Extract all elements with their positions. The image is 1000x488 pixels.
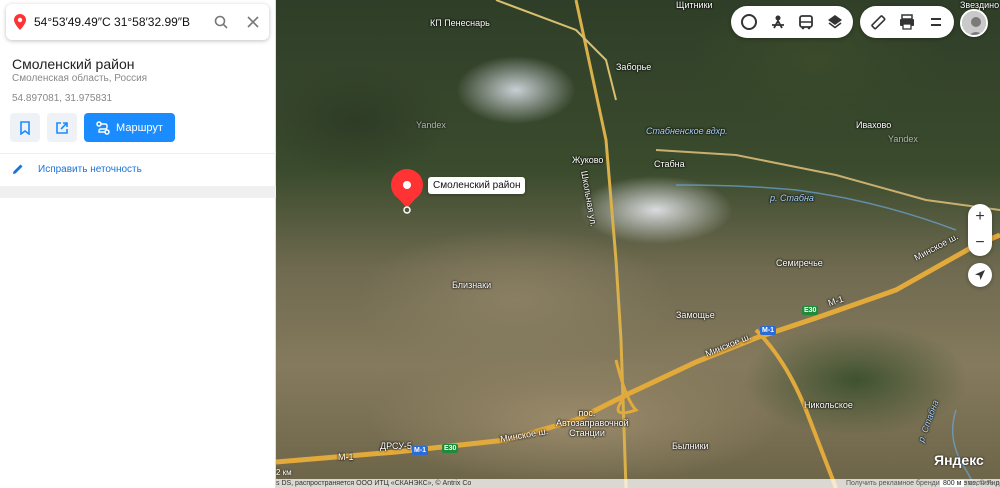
label-bliznaki: Близнаки [452,280,492,290]
map-canvas[interactable]: КП Пенеснарь Щитники Заборье Жуково Стаб… [276,0,1000,488]
copyright-text: s DS, распространяется ООО ИТЦ «СКАНЭКС»… [276,480,472,487]
label-m1-a: М-1 [338,452,354,462]
label-zvezdino: Звездино [960,0,1000,10]
avatar[interactable] [960,9,988,37]
panorama-icon [741,14,758,30]
watermark-yandex-1: Yandex [416,120,446,130]
share-button[interactable] [47,113,77,142]
search-input[interactable] [34,15,205,29]
shield-e30-2: E30 [442,444,459,453]
watermark-yandex-2: Yandex [888,134,918,144]
label-kp-penesnar: КП Пенеснарь [430,18,490,28]
divider [0,153,276,154]
route-button-label: Маршрут [116,121,163,134]
label-ivakhovo: Ивахово [856,120,892,130]
layers-icon [827,15,842,29]
close-icon [247,16,259,28]
search-box [6,4,269,40]
road-east [655,149,1000,211]
label-nikolskoe: Никольское [804,400,853,410]
search-icon [214,15,228,29]
panorama-button[interactable] [737,9,762,35]
menu-button[interactable] [923,9,948,35]
tools-controls [860,6,954,38]
road-m1 [276,232,1000,465]
search-button[interactable] [205,4,237,40]
shield-m1-2: M-1 [412,446,429,455]
shield-m1-1: M-1 [760,326,777,335]
label-stabna: Стабна [654,159,685,169]
layers-button[interactable] [823,9,848,35]
bookmark-icon [20,120,30,135]
label-semireche: Семиречье [776,258,823,268]
label-r-stabna: р. Стабна [770,193,814,203]
printer-icon [900,14,914,30]
route-button[interactable]: Маршрут [84,113,175,142]
print-button[interactable] [895,9,920,35]
yandex-logo[interactable]: Яндекс [934,452,984,468]
label-zamoshchye: Замощье [676,310,715,320]
pencil-icon [13,164,23,174]
shield-e30-1: E30 [802,306,819,315]
menu-icon [930,18,941,26]
copyright-bar: s DS, распространяется ООО ИТЦ «СКАНЭКС»… [276,479,1000,488]
traffic-button[interactable] [766,9,791,35]
geolocation-button[interactable] [968,263,992,287]
scale-bar: 800 м [940,480,965,487]
transport-button[interactable] [794,9,819,35]
river-stabna [675,184,957,231]
place-subtitle: Смоленская область, Россия [12,73,148,84]
map-pin-icon [14,14,26,30]
label-zaborye: Заборье [616,62,652,72]
panel-separator [0,186,276,198]
ruler-button[interactable] [866,9,891,35]
traffic-icon [771,15,784,29]
share-icon [56,121,68,134]
label-bylniki: Былники [672,441,709,451]
road-layer [276,0,1000,488]
search-pin [6,14,34,30]
zoom-in-button[interactable]: + [968,204,992,230]
bookmark-button[interactable] [10,113,40,142]
clear-search-button[interactable] [237,4,269,40]
fix-inaccuracy-link[interactable]: Исправить неточность [12,163,142,175]
layers-controls [731,6,853,38]
marker-label[interactable]: Смоленский район [428,177,526,194]
side-panel: Смоленский район Смоленская область, Рос… [0,0,276,488]
label-drsu: ДРСУ-5 [380,441,412,451]
road-north [495,0,617,101]
ruler-icon [871,15,886,30]
zoom-out-button[interactable]: − [968,230,992,256]
fix-inaccuracy-label: Исправить неточность [38,163,142,175]
road-interchange-west [614,359,639,415]
river-stabna-south [951,409,977,488]
place-coordinates[interactable]: 54.897081, 31.975831 [12,93,112,104]
label-shchitniki: Щитники [676,0,713,10]
location-marker-icon[interactable] [391,169,423,214]
label-azs: пос. Автозаправочной Станции [556,408,629,438]
bus-icon [799,15,814,30]
zoom-control: + − [968,204,992,256]
label-stabnenskoe: Стабненское вдхр. [646,126,728,136]
route-icon [96,120,110,135]
scale-left-label: 2 км [276,468,292,477]
label-zhukovo: Жуково [572,155,604,165]
locate-arrow-icon [975,270,985,280]
place-title: Смоленский район [12,56,135,72]
